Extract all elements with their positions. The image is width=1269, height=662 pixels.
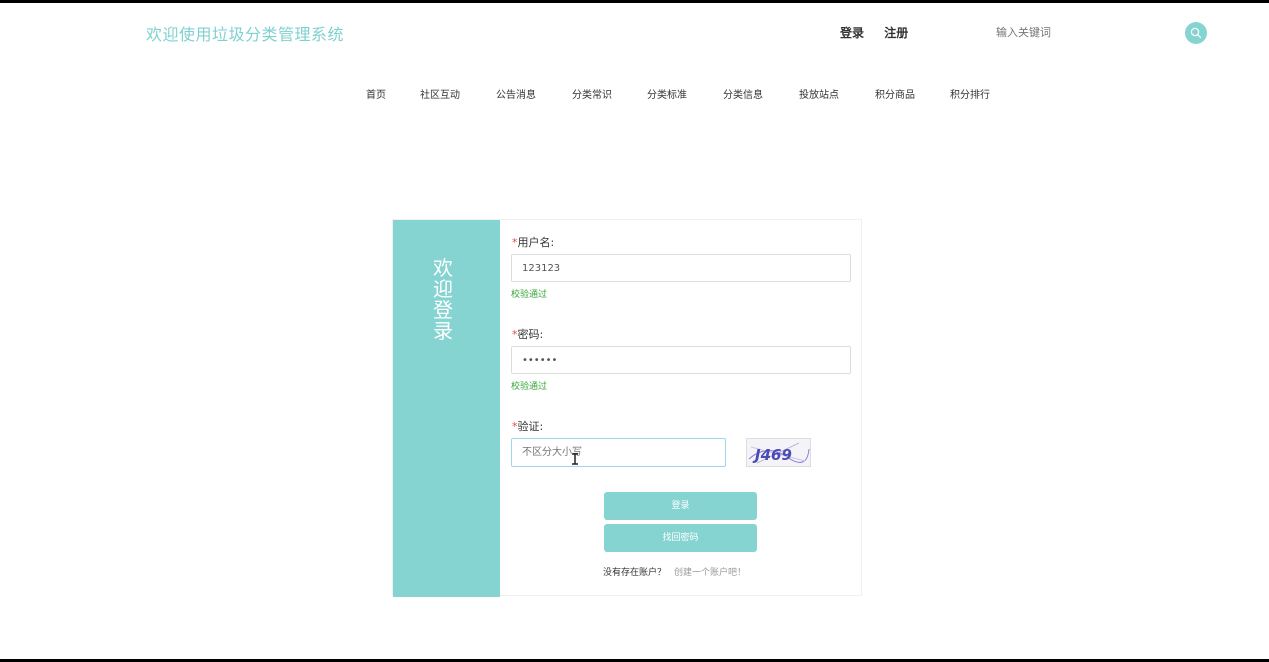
password-field[interactable] bbox=[511, 346, 851, 374]
text-cursor-icon bbox=[572, 453, 578, 465]
nav-item-drop-sites[interactable]: 投放站点 bbox=[799, 86, 839, 101]
welcome-heading: 欢迎登录 bbox=[433, 256, 453, 343]
nav-item-classification-standards[interactable]: 分类标准 bbox=[647, 86, 687, 101]
captcha-image[interactable]: J469 bbox=[746, 438, 811, 467]
search-button[interactable] bbox=[1185, 22, 1207, 44]
captcha-text: J469 bbox=[752, 446, 792, 464]
login-button[interactable]: 登录 bbox=[604, 492, 757, 520]
username-validation-hint: 校验通过 bbox=[511, 290, 548, 300]
password-label: *密码: bbox=[512, 328, 544, 341]
username-field[interactable] bbox=[511, 254, 851, 282]
nav-item-classification-info[interactable]: 分类信息 bbox=[723, 86, 763, 101]
welcome-panel: 欢迎登录 bbox=[393, 220, 500, 597]
no-account-text: 没有存在账户？ bbox=[603, 568, 667, 578]
nav-item-classification-knowledge[interactable]: 分类常识 bbox=[572, 86, 612, 101]
auth-links: 登录 注册 bbox=[840, 24, 924, 41]
password-validation-hint: 校验通过 bbox=[511, 382, 548, 392]
captcha-field[interactable] bbox=[511, 438, 726, 467]
login-link[interactable]: 登录 bbox=[840, 26, 864, 40]
username-label: *用户名: bbox=[512, 236, 555, 249]
login-card: 欢迎登录 *用户名: 校验通过 *密码: 校验通过 *验证: J469 登录 找… bbox=[392, 219, 862, 597]
window-top-border bbox=[0, 0, 1269, 3]
create-account-link[interactable]: 创建一个账户吧！ bbox=[674, 568, 746, 578]
nav-item-points-ranking[interactable]: 积分排行 bbox=[950, 86, 990, 101]
search-input[interactable] bbox=[980, 14, 1180, 50]
nav-item-points-goods[interactable]: 积分商品 bbox=[875, 86, 915, 101]
nav-item-home[interactable]: 首页 bbox=[366, 86, 386, 101]
nav-item-announcements[interactable]: 公告消息 bbox=[496, 86, 536, 101]
search-icon bbox=[1190, 27, 1202, 39]
nav-item-community[interactable]: 社区互动 bbox=[420, 86, 460, 101]
captcha-label: *验证: bbox=[512, 420, 544, 433]
recover-password-button[interactable]: 找回密码 bbox=[604, 524, 757, 552]
register-prompt: 没有存在账户？ 创建一个账户吧！ bbox=[603, 565, 746, 578]
register-link[interactable]: 注册 bbox=[884, 26, 908, 40]
captcha-graphic: J469 bbox=[748, 442, 810, 464]
site-title: 欢迎使用垃圾分类管理系统 bbox=[146, 25, 345, 44]
